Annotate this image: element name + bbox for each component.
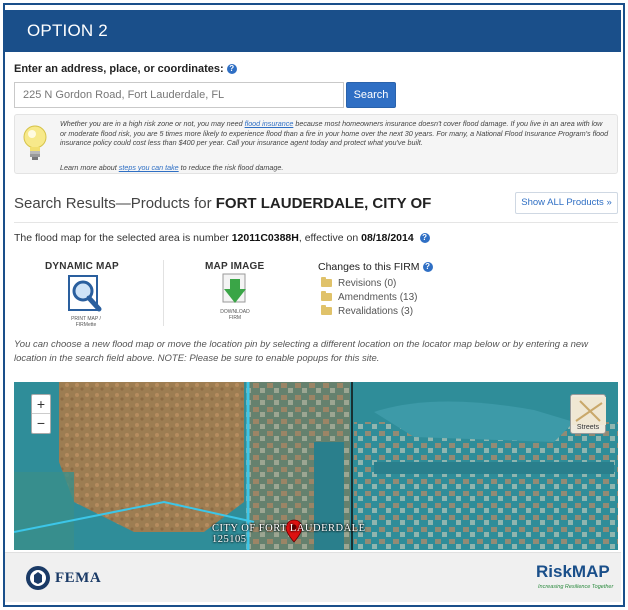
map-community-label: CITY OF FORT LAUDERDALE 125105 [212,523,366,545]
map-image-title: MAP IMAGE [205,261,265,272]
product-separator [163,260,164,326]
help-icon[interactable]: ? [419,233,430,244]
firm-number: 12011C0388H [231,232,299,244]
steps-link[interactable]: steps you can take [119,163,179,172]
change-revalidations[interactable]: Revalidations (3) [321,305,413,317]
learn-more-line: Learn more about steps you can take to r… [60,163,284,172]
dynamic-map-sub: PRINT MAP / FIRMette [71,316,101,328]
option-title: OPTION 2 [27,21,108,40]
results-title: Search Results—Products for FORT LAUDERD… [14,195,432,212]
tip-paragraph: Whether you are in a high risk zone or n… [60,119,609,147]
locator-map[interactable]: + − Streets CITY OF FORT LAUDERDALE 1251… [14,382,618,550]
footer: FEMA RiskMAP Increasing Resilience Toget… [5,552,621,602]
streets-basemap-button[interactable]: Streets [570,394,606,434]
firm-info-line: The flood map for the selected area is n… [14,232,430,244]
divider [14,222,618,223]
community-name: FORT LAUDERDALE, CITY OF [215,195,432,212]
flood-insurance-tip: Whether you are in a high risk zone or n… [14,114,618,174]
dhs-seal-icon [26,566,50,590]
show-all-products-button[interactable]: Show ALL Products » [515,192,618,214]
folder-icon [321,277,332,287]
changes-title: Changes to this FIRM? [318,261,433,273]
zoom-control[interactable]: + − [31,394,51,434]
address-input[interactable]: 225 N Gordon Road, Fort Lauderdale, FL [14,82,344,108]
change-revisions[interactable]: Revisions (0) [321,277,396,289]
fema-logo: FEMA [55,570,102,586]
lightbulb-icon [23,125,47,160]
download-icon[interactable] [219,273,251,307]
map-image-sub: DOWNLOAD FIRM [220,309,250,321]
change-amendments[interactable]: Amendments (13) [321,291,417,303]
option-header: OPTION 2 [5,10,621,52]
dynamic-map-title: DYNAMIC MAP [45,261,119,272]
zoom-out-button[interactable]: − [32,414,50,433]
folder-icon [321,291,332,301]
address-label: Enter an address, place, or coordinates:… [14,63,237,75]
search-button[interactable]: Search [346,82,396,108]
riskmap-tagline: Increasing Resilience Together [538,584,614,590]
riskmap-logo: RiskMAP [536,562,610,581]
zoom-in-button[interactable]: + [32,395,50,414]
help-icon[interactable]: ? [422,262,433,273]
flood-insurance-link[interactable]: flood insurance [245,119,294,128]
streets-icon [572,397,606,425]
msc-search-panel: Enter an address, place, or coordinates:… [5,52,621,552]
effective-date: 08/18/2014 [361,232,414,244]
folder-icon [321,305,332,315]
locator-note: You can choose a new flood map or move t… [14,339,589,364]
dynamic-map-icon[interactable] [65,274,105,314]
help-icon[interactable]: ? [226,64,237,75]
